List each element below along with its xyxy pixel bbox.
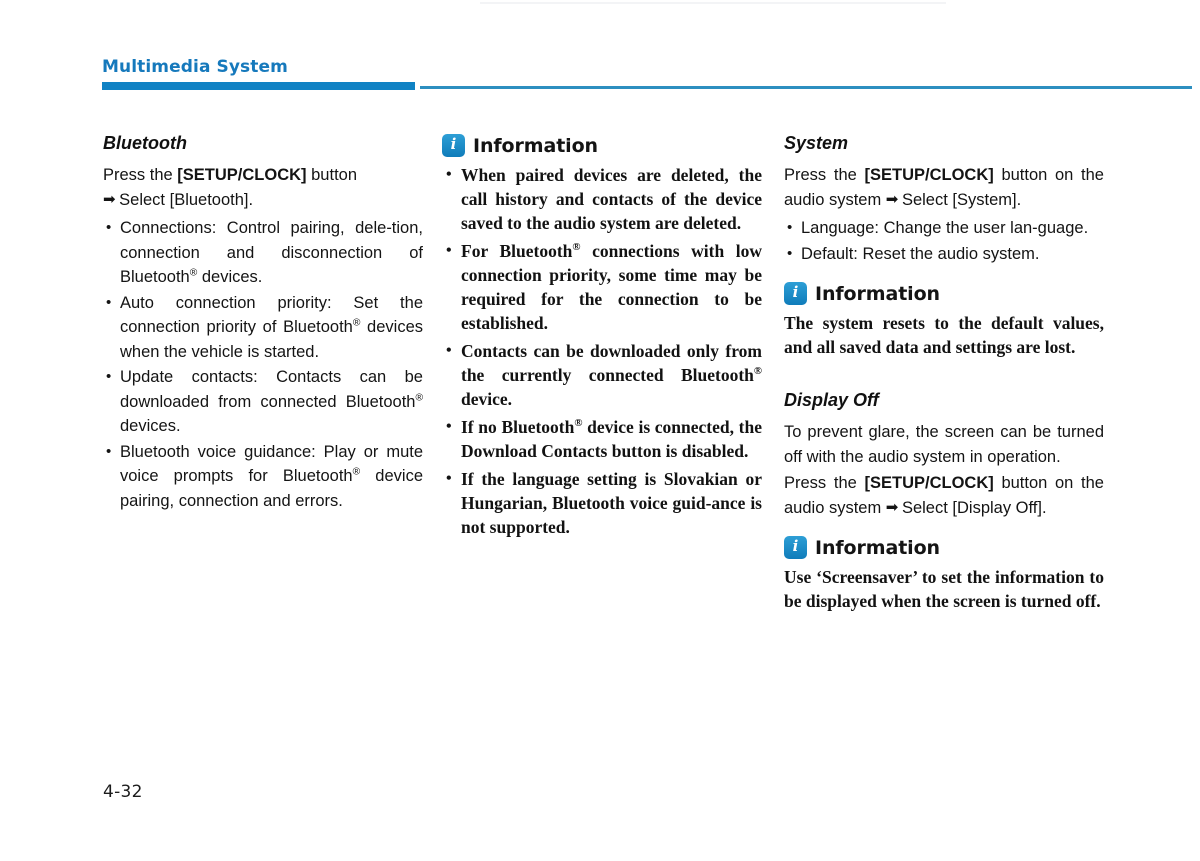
information-callout-title: Information: [815, 536, 940, 559]
section-title-display-off: Display Off: [784, 390, 879, 410]
information-callout-header: i Information: [784, 282, 1104, 305]
bullet-text-pre: For Bluetooth: [461, 241, 573, 261]
system-intro-paragraph: Press the [SETUP/CLOCK] button on the au…: [784, 163, 1104, 212]
arrow-right-icon: ➡: [885, 189, 899, 208]
information-icon: i: [442, 134, 465, 157]
bullet-text-pre: Contacts can be downloaded only from the…: [461, 341, 762, 385]
bluetooth-bullet-list: Connections: Control pairing, dele-tion,…: [103, 216, 423, 513]
system-bullet-list: Language: Change the user lan-guage. Def…: [784, 216, 1104, 266]
information-callout-text: Use ‘Screensaver’ to set the information…: [784, 567, 1104, 611]
list-item: Auto connection priority: Set the connec…: [103, 291, 423, 365]
bluetooth-intro-pre: Press the: [103, 166, 178, 184]
information-callout-header: i Information: [784, 536, 1104, 559]
list-item: If the language setting is Slovakian or …: [442, 467, 762, 539]
bluetooth-intro-line2: Select [Bluetooth].: [114, 190, 254, 209]
information-bullet-list: When paired devices are deleted, the cal…: [442, 163, 762, 539]
setup-clock-button-label: [SETUP/CLOCK]: [864, 166, 994, 184]
information-callout-bluetooth: i Information When paired devices are de…: [442, 134, 762, 539]
information-icon-letter: i: [792, 283, 799, 301]
scan-artifact-top: [480, 2, 946, 4]
information-callout-screensaver: i Information Use ‘Screensaver’ to set t…: [784, 536, 1104, 613]
registered-mark-icon: ®: [753, 365, 762, 378]
information-callout-title: Information: [473, 134, 598, 157]
bullet-text-post: devices.: [197, 268, 263, 286]
system-intro-pre: Press the: [784, 166, 865, 184]
system-intro-post: Select [System].: [897, 190, 1022, 209]
bullet-text-post: devices.: [120, 417, 181, 435]
section-title-bluetooth: Bluetooth: [103, 133, 187, 153]
registered-mark-icon: ®: [352, 466, 361, 478]
column-right: System Press the [SETUP/CLOCK] button on…: [784, 132, 1104, 613]
list-item: Bluetooth voice guidance: Play or mute v…: [103, 440, 423, 514]
information-callout-title: Information: [815, 282, 940, 305]
section-title-system: System: [784, 133, 849, 153]
display-off-press-paragraph: Press the [SETUP/CLOCK] button on the au…: [784, 471, 1104, 520]
information-callout-header: i Information: [442, 134, 762, 157]
list-item: When paired devices are deleted, the cal…: [442, 163, 762, 235]
bullet-text-pre: If no Bluetooth: [461, 417, 575, 437]
header-rule-thick: [102, 82, 415, 90]
information-callout-text: The system resets to the default values,…: [784, 313, 1104, 357]
information-callout-body: When paired devices are deleted, the cal…: [442, 163, 762, 539]
arrow-right-icon: ➡: [885, 497, 899, 516]
information-callout-body: Use ‘Screensaver’ to set the information…: [784, 565, 1104, 613]
bullet-text-pre: Connections: Control pairing, dele-tion,…: [120, 219, 423, 286]
list-item: Update contacts: Contacts can be downloa…: [103, 365, 423, 439]
setup-clock-button-label: [SETUP/CLOCK]: [177, 166, 307, 184]
list-item: If no Bluetooth® device is connected, th…: [442, 415, 762, 463]
bullet-text-pre: Update contacts: Contacts can be downloa…: [120, 368, 423, 411]
header-rule-thin: [420, 86, 1192, 89]
bullet-text-pre: If the language setting is Slovakian or …: [461, 469, 762, 537]
display-off-paragraph: To prevent glare, the screen can be turn…: [784, 423, 1104, 466]
information-icon-letter: i: [792, 537, 799, 555]
column-left: Bluetooth Press the [SETUP/CLOCK] button…: [103, 132, 423, 513]
chapter-title: Multimedia System: [102, 57, 288, 77]
display-off-press-post: Select [Display Off].: [897, 498, 1047, 517]
registered-mark-icon: ®: [415, 392, 423, 403]
list-item: Connections: Control pairing, dele-tion,…: [103, 216, 423, 290]
list-item: For Bluetooth® connections with low conn…: [442, 239, 762, 335]
bluetooth-intro-post: button: [306, 166, 358, 184]
header-rule-group: [102, 82, 1192, 92]
information-callout-body: The system resets to the default values,…: [784, 311, 1104, 359]
setup-clock-button-label: [SETUP/CLOCK]: [864, 474, 994, 492]
page-header: Multimedia System: [102, 56, 1192, 78]
registered-mark-icon: ®: [572, 241, 581, 254]
list-item: Language: Change the user lan-guage.: [784, 216, 1104, 241]
information-icon: i: [784, 536, 807, 559]
arrow-right-icon: ➡: [103, 189, 116, 208]
information-icon-letter: i: [450, 135, 457, 153]
list-item: Default: Reset the audio system.: [784, 242, 1104, 267]
list-item: Contacts can be downloaded only from the…: [442, 339, 762, 411]
bluetooth-intro-paragraph: Press the [SETUP/CLOCK] button ➡ Select […: [103, 163, 423, 212]
information-icon: i: [784, 282, 807, 305]
bullet-text-pre: When paired devices are deleted, the cal…: [461, 165, 762, 233]
display-off-press-pre: Press the: [784, 474, 865, 492]
column-middle: i Information When paired devices are de…: [442, 132, 762, 539]
bullet-text-post: device.: [461, 389, 513, 409]
page-number: 4-32: [103, 782, 143, 802]
information-callout-system-reset: i Information The system resets to the d…: [784, 282, 1104, 359]
